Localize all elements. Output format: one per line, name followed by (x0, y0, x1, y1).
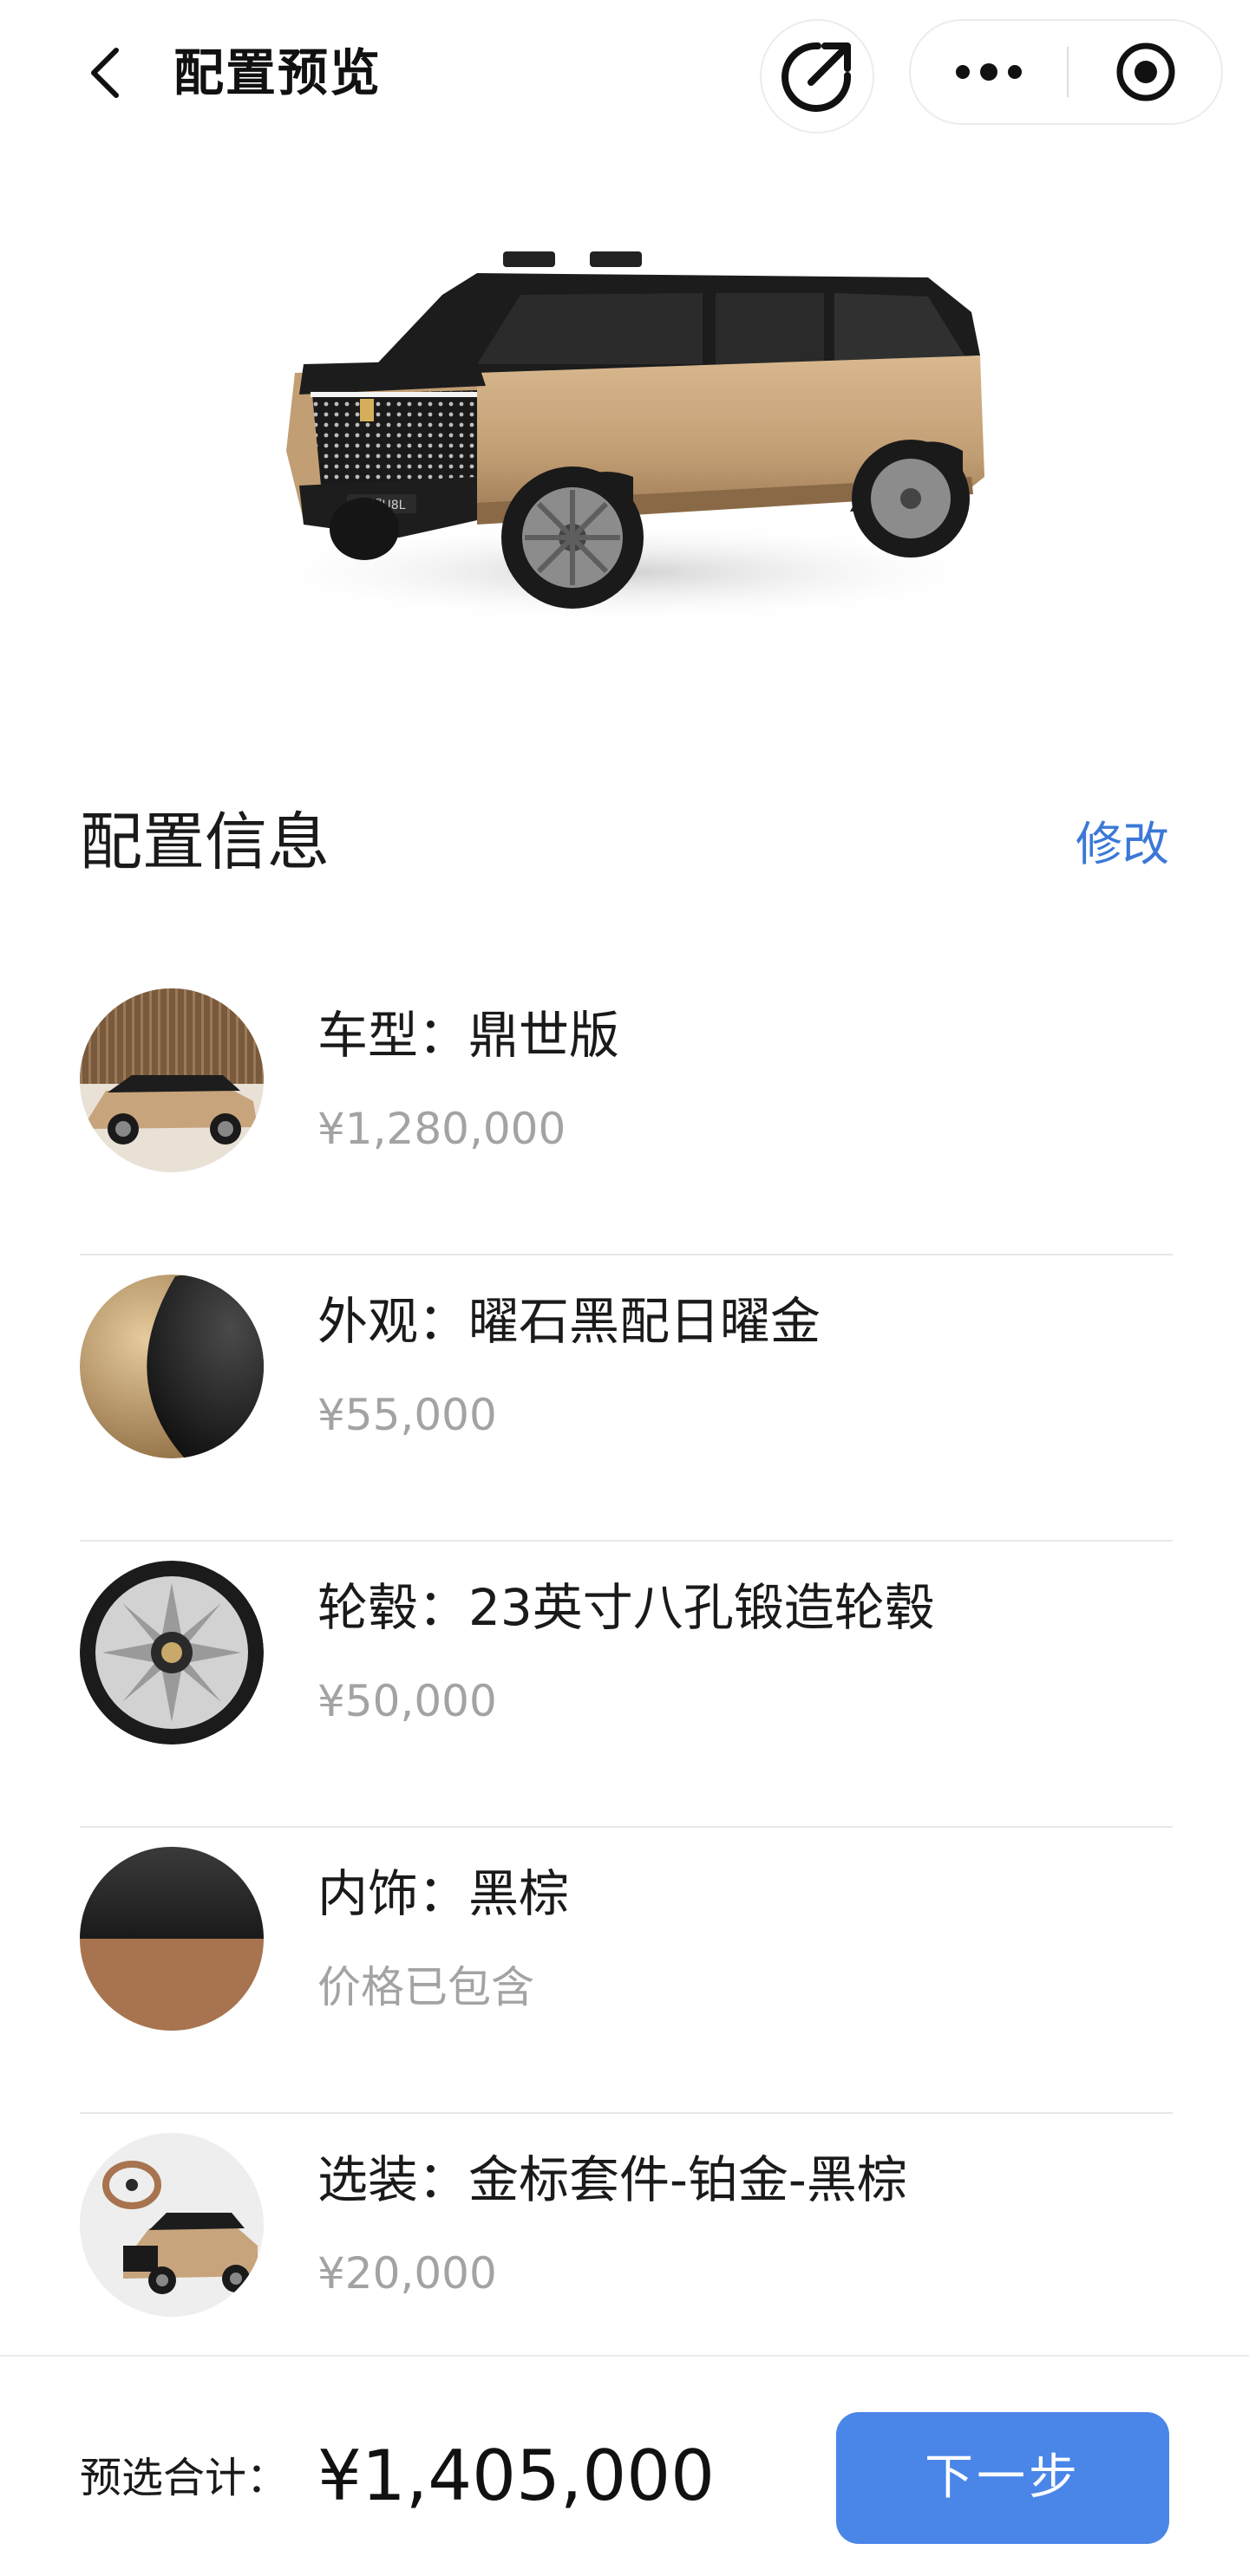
config-item-label: 轮毂：23英寸八孔锻造轮毂 (317, 1578, 935, 1637)
bottom-bar: 预选合计： ¥1,405,000 下一步 (0, 2355, 1249, 2576)
config-item-price: ¥55,000 (317, 1390, 497, 1440)
close-mini-program-button[interactable] (1069, 21, 1223, 123)
config-item-label: 外观：曜石黑配日曜金 (317, 1292, 821, 1351)
wheel-thumb (80, 1561, 264, 1745)
chevron-left-icon (91, 48, 119, 98)
total-label: 预选合计： (80, 2454, 289, 2502)
edit-config-link[interactable]: 修改 (1076, 817, 1169, 872)
config-item-model: 车型：鼎世版 ¥1,280,000 (80, 969, 1173, 1255)
vehicle-side-thumb (80, 988, 264, 1172)
config-item-price: 价格已包含 (317, 1962, 534, 2012)
config-item-price: ¥50,000 (317, 1676, 497, 1726)
config-item-price: ¥1,280,000 (317, 1104, 566, 1154)
config-item-interior: 内饰：黑棕 价格已包含 (80, 1828, 1173, 2114)
mini-program-capsule (909, 19, 1223, 125)
config-item-exterior: 外观：曜石黑配日曜金 ¥55,000 (80, 1255, 1173, 1542)
total-price: ¥1,405,000 (317, 2436, 716, 2516)
car-illustration: 仰望U8L (234, 251, 1015, 624)
option-package-thumb (80, 2133, 264, 2317)
config-item-label: 车型：鼎世版 (317, 1006, 620, 1065)
share-arrow-icon (781, 42, 852, 112)
top-bar: 配置预览 (0, 0, 1249, 147)
back-button[interactable] (69, 38, 139, 108)
config-item-label: 选装：金标套件-铂金-黑棕 (317, 2150, 907, 2209)
config-item-wheels: 轮毂：23英寸八孔锻造轮毂 ¥50,000 (80, 1542, 1173, 1828)
next-step-button[interactable]: 下一步 (836, 2412, 1169, 2544)
target-close-icon (1116, 42, 1175, 101)
more-button[interactable] (911, 21, 1067, 123)
interior-color-swatch (80, 1847, 264, 2031)
config-item-price: ¥20,000 (317, 2248, 497, 2299)
exterior-color-swatch (80, 1275, 264, 1458)
page-title: 配置预览 (173, 43, 383, 102)
more-dots-icon (956, 63, 1022, 81)
config-section-title: 配置信息 (80, 805, 330, 878)
config-list: 车型：鼎世版 ¥1,280,000 外观：曜石黑配日曜金 ¥55,000 轮毂：… (80, 969, 1173, 2400)
config-item-label: 内饰：黑棕 (317, 1864, 570, 1923)
share-button[interactable] (760, 19, 874, 134)
hero-car-image: 仰望U8L (217, 191, 1032, 642)
